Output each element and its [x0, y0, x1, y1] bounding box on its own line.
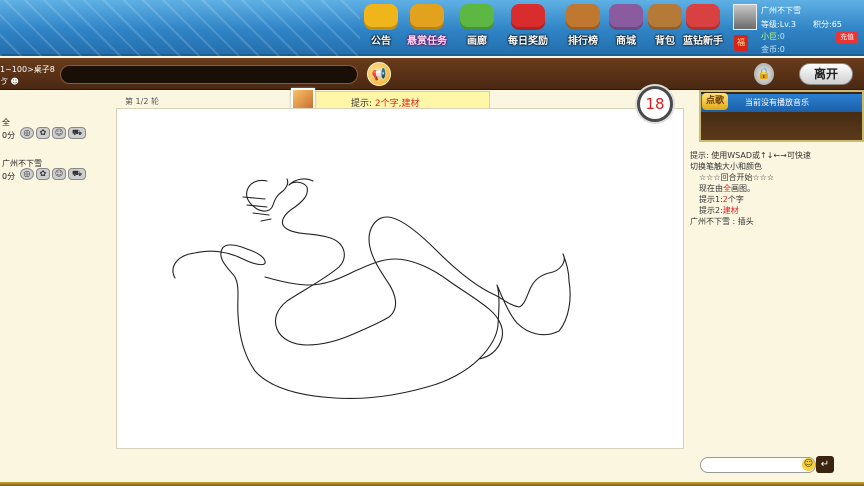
menu-item-money-bag[interactable]: 悬赏任务 — [402, 4, 452, 52]
menu-item-label: 公告 — [371, 36, 391, 47]
blue-diamond-gift-icon — [686, 4, 720, 30]
chat-log: 提示: 使用WSAD或↑↓←→可快速 切换笔触大小和颜色 ☆☆☆回合开始☆☆☆ … — [690, 150, 862, 227]
menu-item-label: 每日奖励 — [508, 36, 548, 47]
xiaoju-label: 小巨: — [761, 32, 780, 41]
score-label: 积分: — [813, 20, 832, 29]
chat-now-drawing: 现在由全画图。 — [690, 183, 862, 194]
player-score: 0分 — [2, 172, 16, 181]
trophy-icon — [566, 4, 600, 30]
broadcast-input[interactable] — [60, 65, 358, 84]
level-label: 等级: — [761, 20, 780, 29]
horn-icon[interactable]: 📢 — [367, 62, 391, 86]
cards-icon — [460, 4, 494, 30]
chat-round-start: ☆☆☆回合开始☆☆☆ — [699, 173, 775, 182]
player-score: 0分 — [2, 131, 16, 140]
menu-item-cards[interactable]: 画廊 — [452, 4, 502, 52]
leave-button[interactable]: 离开 — [799, 63, 853, 85]
bottom-border — [0, 482, 864, 486]
menu-item-gift-box[interactable]: 每日奖励 — [503, 4, 553, 52]
request-song-button[interactable]: 点歌 — [702, 93, 728, 110]
flower-icon[interactable]: ✿ — [36, 127, 50, 139]
face-icon[interactable]: ☺ — [52, 168, 66, 180]
room-icons: ゔ ☻ — [0, 77, 19, 86]
gold-value: 0 — [779, 45, 785, 54]
menu-item-label: 蓝钻新手 — [683, 36, 723, 47]
target-icon[interactable]: ◎ — [20, 127, 34, 139]
target-icon[interactable]: ◎ — [20, 168, 34, 180]
money-bag-icon — [410, 4, 444, 30]
chat-guess: 广州不下雪 : 插头 — [690, 216, 862, 227]
xiaoju-value: 0 — [779, 32, 785, 41]
chat-now-prefix: 现在由 — [699, 184, 723, 193]
username: 广州不下雪 — [761, 6, 801, 15]
room-breadcrumb: 1~100>桌子8 — [0, 65, 55, 74]
chat-now-name: 全 — [723, 184, 731, 193]
chat-hint2: 提示2:建材 — [690, 205, 862, 216]
chat-hint1-suffix: 个字 — [727, 195, 744, 204]
chat-tip-line1: 提示: 使用WSAD或↑↓←→可快速 — [690, 151, 811, 160]
gold-stat: 金币:0 — [761, 44, 785, 55]
red-envelope-glyph: 福 — [737, 38, 745, 47]
chat-hint2-prefix: 提示2: — [699, 206, 723, 215]
menu-item-blue-diamond-gift[interactable]: 蓝钻新手 — [678, 4, 728, 52]
music-status: 当前没有播放音乐 — [745, 98, 809, 107]
avatar[interactable] — [733, 4, 757, 30]
menu-item-label: 悬赏任务 — [407, 36, 447, 47]
chat-guess-sep: : — [732, 217, 736, 226]
level-stat: 等级:Lv.3 — [761, 19, 796, 30]
menu-item-megaphone[interactable]: 公告 — [356, 4, 406, 52]
chat-guess-text: 插头 — [737, 217, 754, 226]
chat-tip-line2: 切换笔触大小和颜色 — [690, 162, 762, 171]
emoji-icon[interactable]: ☺ — [802, 458, 815, 471]
player-name: 全 — [2, 118, 10, 127]
car-icon[interactable]: ⛟ — [68, 127, 86, 139]
countdown-timer: 18 — [637, 86, 673, 122]
drawing-canvas[interactable] — [116, 108, 684, 449]
drawing-strokes — [172, 178, 571, 399]
backpack-icon — [648, 4, 682, 30]
level-value: Lv.3 — [779, 20, 796, 29]
menu-item-label: 画廊 — [467, 36, 487, 47]
score-stat: 积分:65 — [813, 19, 842, 30]
megaphone-icon — [364, 4, 398, 30]
chat-input[interactable] — [700, 457, 816, 473]
gold-label: 金币: — [761, 45, 780, 54]
recharge-button[interactable]: 充值 — [836, 32, 858, 43]
chat-hint2-value: 建材 — [722, 206, 739, 215]
player-name: 广州不下雪 — [2, 159, 42, 168]
chat-guess-name: 广州不下雪 — [690, 217, 730, 226]
score-value: 65 — [831, 20, 842, 29]
face-icon[interactable]: ☺ — [52, 127, 66, 139]
chat-hint1-prefix: 提示1: — [699, 195, 723, 204]
lock-icon[interactable]: 🔒 — [754, 63, 774, 85]
flower-icon[interactable]: ✿ — [36, 168, 50, 180]
xiaoju-stat: 小巨:0 — [761, 31, 785, 42]
topbar-pattern — [0, 0, 360, 56]
car-icon[interactable]: ⛟ — [68, 168, 86, 180]
gift-box-icon — [511, 4, 545, 30]
send-button[interactable]: ↵ — [816, 456, 834, 473]
user-info-panel: 福 广州不下雪 等级:Lv.3 积分:65 小巨:0 充值 金币:0 — [733, 4, 861, 54]
round-indicator: 第 1/2 轮 — [125, 97, 159, 106]
red-envelope-icon[interactable]: 福 — [734, 35, 748, 51]
chat-now-suffix: 画图。 — [731, 184, 755, 193]
store-icon — [609, 4, 643, 30]
chat-hint1: 提示1:2个字 — [690, 194, 862, 205]
